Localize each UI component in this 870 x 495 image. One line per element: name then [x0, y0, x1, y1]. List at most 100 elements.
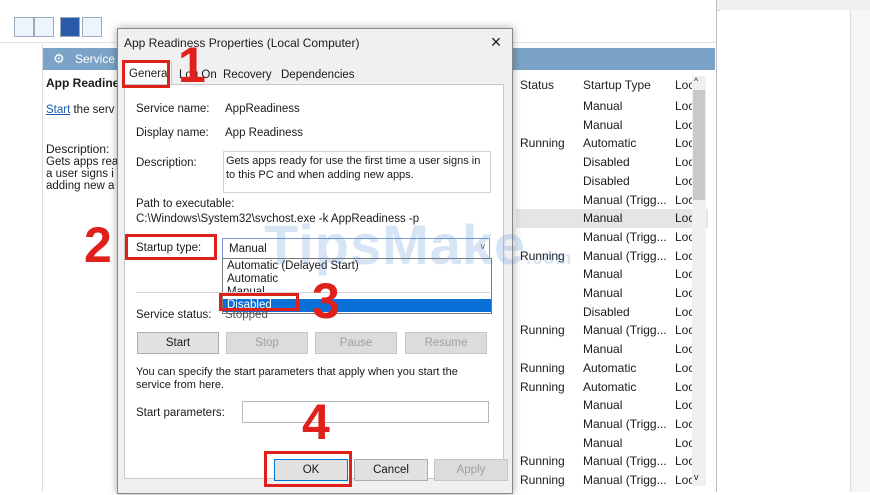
- cancel-button[interactable]: Cancel: [354, 459, 428, 481]
- cell-startup: Manual: [583, 267, 623, 282]
- step-3-marker: 3: [312, 273, 340, 329]
- resume-button[interactable]: Resume: [405, 332, 487, 354]
- watermark-suffix: .com: [526, 248, 573, 268]
- console-tree: [0, 44, 43, 492]
- description-label: Description:: [136, 157, 197, 169]
- table-row[interactable]: Manual Loc: [516, 97, 708, 116]
- table-row[interactable]: Disabled Loc: [516, 303, 708, 322]
- description-text: Gets apps rea a user signs i adding new a: [46, 156, 119, 192]
- refresh-icon[interactable]: [14, 17, 34, 37]
- help-icon[interactable]: [60, 17, 80, 37]
- service-name-label: Service name:: [136, 103, 210, 115]
- table-row[interactable]: Manual (Trigg... Loc: [516, 415, 708, 434]
- service-name-value: AppReadiness: [225, 103, 300, 115]
- dialog-title: App Readiness Properties (Local Computer…: [124, 36, 360, 50]
- scrollbar[interactable]: ^ v: [692, 76, 706, 486]
- table-row[interactable]: Manual Loc: [516, 340, 708, 359]
- services-header-title: Service: [75, 52, 116, 66]
- start-params-input[interactable]: [242, 401, 489, 423]
- table-row[interactable]: Running Automatic Loc: [516, 359, 708, 378]
- cell-startup: Manual: [583, 286, 623, 300]
- table-row[interactable]: Disabled Loc: [516, 172, 708, 191]
- watermark-text: TipsMake: [264, 213, 527, 276]
- close-icon[interactable]: ×: [486, 32, 506, 52]
- service-status-label: Service status:: [136, 309, 212, 321]
- table-row[interactable]: Manual Loc: [516, 284, 708, 303]
- stop-button[interactable]: Stop: [226, 332, 308, 354]
- start-service-link[interactable]: Start: [46, 104, 70, 116]
- cell-startup: Automatic: [583, 136, 637, 151]
- cell-startup: Manual: [583, 117, 623, 132]
- gear-icon: ⚙: [53, 51, 65, 66]
- actions-pane: [720, 10, 870, 492]
- description-line: Gets apps rea: [46, 156, 119, 168]
- export-icon[interactable]: [34, 17, 54, 37]
- cell-status: Running: [520, 136, 565, 151]
- apply-button[interactable]: Apply: [434, 459, 508, 481]
- table-row[interactable]: Disabled Loc: [516, 153, 708, 172]
- tab-dependencies[interactable]: Dependencies: [278, 66, 358, 84]
- cell-startup: Manual (Trigg...: [583, 192, 667, 207]
- table-row[interactable]: Running Automatic Loc: [516, 378, 708, 397]
- cell-startup: Manual: [583, 398, 623, 413]
- help-text: You can specify the start parameters tha…: [136, 366, 458, 391]
- description-line: a user signs i: [46, 168, 114, 180]
- description-heading: Description:: [46, 142, 110, 156]
- cell-status: Running: [520, 473, 565, 487]
- start-service-text: the serv: [70, 104, 115, 116]
- description-line: adding new a: [46, 180, 115, 192]
- table-row[interactable]: Running Automatic Loc: [516, 134, 708, 153]
- tab-recovery[interactable]: Recovery: [220, 66, 275, 84]
- cell-startup: Disabled: [583, 304, 630, 319]
- cell-startup: Manual (Trigg...: [583, 229, 667, 244]
- cell-status: Running: [520, 454, 565, 469]
- watermark: TipsMake.com: [264, 212, 572, 277]
- cell-startup: Manual: [583, 342, 623, 357]
- step-4-marker: 4: [302, 394, 330, 450]
- step-1-marker: 1: [178, 37, 206, 93]
- table-row[interactable]: Manual Loc: [516, 434, 708, 453]
- start-params-label: Start parameters:: [136, 407, 225, 419]
- properties-icon[interactable]: [82, 17, 102, 37]
- column-startup-type[interactable]: Startup Type: [583, 78, 651, 92]
- table-row[interactable]: Running Manual (Trigg... Loc: [516, 452, 708, 471]
- service-detail-pane: App Readine Start the serv Description: …: [46, 76, 119, 192]
- cell-startup: Manual (Trigg...: [583, 416, 667, 431]
- cell-status: Running: [520, 360, 565, 375]
- column-status[interactable]: Status: [520, 78, 554, 92]
- path-label: Path to executable:: [136, 198, 235, 210]
- highlight-startup-type: [125, 234, 217, 260]
- highlight-ok-button: [264, 451, 352, 487]
- table-row[interactable]: Manual Loc: [516, 396, 708, 415]
- cell-status: Running: [520, 379, 565, 394]
- actions-scroll-area: [850, 10, 870, 492]
- highlight-general-tab: [122, 60, 170, 88]
- step-2-marker: 2: [84, 217, 112, 273]
- description-box[interactable]: Gets apps ready for use the first time a…: [223, 151, 491, 193]
- table-row[interactable]: Running Manual (Trigg... Loc: [516, 321, 708, 340]
- table-row[interactable]: Running Manual (Trigg... Loc: [516, 471, 708, 490]
- table-row[interactable]: Manual Loc: [516, 116, 708, 135]
- display-name-label: Display name:: [136, 127, 209, 139]
- start-button[interactable]: Start: [137, 332, 219, 354]
- cell-status: Running: [520, 323, 565, 338]
- cell-startup: Manual (Trigg...: [583, 248, 667, 263]
- highlight-disabled-option: [219, 293, 299, 311]
- scroll-down-icon[interactable]: v: [694, 472, 699, 482]
- cell-startup: Manual (Trigg...: [583, 323, 667, 338]
- cell-startup: Manual: [583, 211, 623, 226]
- display-name-value: App Readiness: [225, 127, 303, 139]
- cell-startup: Manual: [583, 99, 623, 113]
- cell-startup: Manual (Trigg...: [583, 473, 667, 487]
- cell-startup: Manual (Trigg...: [583, 454, 667, 469]
- cell-startup: Manual: [583, 435, 623, 450]
- pause-button[interactable]: Pause: [315, 332, 397, 354]
- startup-type-value: Manual: [229, 243, 267, 255]
- cell-startup: Automatic: [583, 379, 637, 394]
- cell-startup: Disabled: [583, 155, 630, 170]
- cell-startup: Disabled: [583, 173, 630, 188]
- scrollbar-thumb[interactable]: [693, 90, 705, 200]
- cell-startup: Automatic: [583, 360, 637, 375]
- scroll-up-icon[interactable]: ^: [694, 76, 698, 86]
- table-row[interactable]: Manual (Trigg... Loc: [516, 191, 708, 210]
